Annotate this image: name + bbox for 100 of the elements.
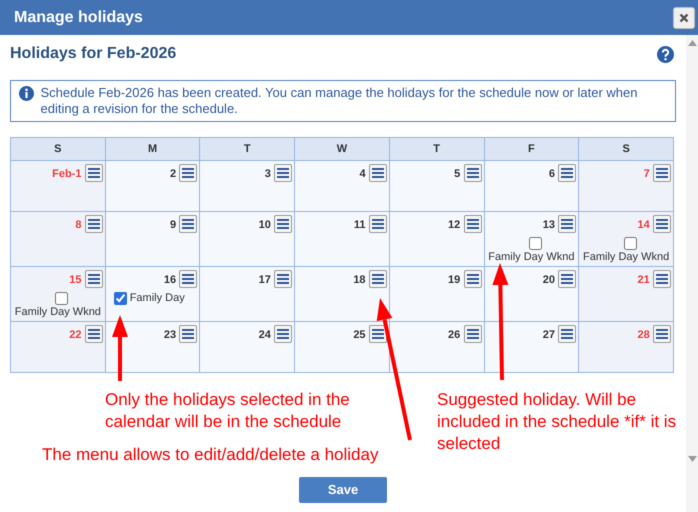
- annotation-text: Only the holidays selected in the calendar will be in the schedule: [105, 389, 351, 433]
- holiday-checkbox[interactable]: [55, 292, 68, 304]
- menu-icon: [88, 329, 100, 339]
- holiday-label: Family Day Wknd: [14, 306, 102, 318]
- date-number: 22: [69, 328, 82, 343]
- menu-button[interactable]: [179, 270, 198, 288]
- menu-icon: [277, 168, 290, 178]
- window-title: Manage holidays: [14, 8, 143, 28]
- holiday-label: Family Day Wknd: [487, 250, 576, 264]
- close-icon: [679, 12, 689, 22]
- menu-icon: [466, 274, 479, 284]
- date-number: 19: [448, 273, 460, 288]
- menu-button[interactable]: [84, 164, 103, 182]
- menu-button[interactable]: [368, 270, 387, 288]
- date-number: 14: [638, 218, 650, 233]
- scroll-up-icon[interactable]: [688, 40, 696, 46]
- weekday-header: S: [578, 138, 674, 160]
- date-number: 4: [359, 167, 366, 182]
- date-number: 18: [353, 273, 366, 288]
- date-number: 10: [258, 218, 271, 233]
- menu-button[interactable]: [653, 325, 671, 343]
- menu-icon: [561, 219, 574, 229]
- menu-button[interactable]: [368, 164, 387, 182]
- menu-button[interactable]: [653, 270, 671, 288]
- scroll-down-icon[interactable]: [688, 456, 696, 462]
- date-number: 17: [258, 273, 271, 288]
- menu-button[interactable]: [274, 325, 292, 343]
- menu-icon: [561, 274, 574, 284]
- date-number: 11: [354, 218, 366, 233]
- menu-button[interactable]: [464, 215, 482, 233]
- menu-icon: [182, 329, 194, 339]
- menu-button[interactable]: [558, 325, 576, 343]
- menu-button[interactable]: [274, 270, 292, 288]
- menu-icon: [372, 168, 384, 178]
- help-icon[interactable]: [657, 46, 674, 62]
- menu-button[interactable]: [368, 215, 387, 233]
- menu-button[interactable]: [179, 215, 198, 233]
- menu-button[interactable]: [84, 325, 103, 343]
- holiday-label: Family Day: [130, 292, 185, 304]
- menu-button[interactable]: [464, 325, 482, 343]
- menu-icon: [561, 168, 574, 178]
- menu-icon: [561, 329, 574, 339]
- menu-icon: [277, 219, 290, 229]
- menu-icon: [656, 168, 668, 178]
- weekday-header: T: [389, 138, 484, 160]
- holiday-checkbox[interactable]: [528, 236, 542, 250]
- menu-button[interactable]: [84, 270, 103, 288]
- holiday-label: Family Day Wknd: [582, 250, 670, 264]
- menu-icon: [656, 329, 668, 339]
- menu-icon: [88, 168, 100, 178]
- menu-button[interactable]: [558, 164, 576, 182]
- info-message: Schedule Feb-2026 has been created. You can manage the holidays for the schedule now or later when editing a revision for the schedule.: [40, 85, 638, 117]
- date-number: 25: [353, 328, 366, 343]
- date-number: 8: [75, 218, 82, 233]
- menu-icon: [277, 274, 290, 284]
- menu-button[interactable]: [84, 215, 103, 233]
- date-number: 3: [264, 167, 271, 182]
- holiday-checkbox[interactable]: [624, 236, 637, 250]
- date-number: 28: [638, 328, 650, 343]
- menu-button[interactable]: [558, 270, 576, 288]
- menu-button[interactable]: [274, 164, 292, 182]
- close-button[interactable]: [673, 6, 695, 28]
- menu-icon: [466, 329, 479, 339]
- weekday-header: T: [200, 138, 295, 160]
- holiday-checkbox[interactable]: [114, 292, 127, 304]
- date-number: 23: [164, 328, 176, 343]
- menu-button[interactable]: [274, 215, 292, 233]
- menu-button[interactable]: [464, 270, 482, 288]
- menu-icon: [466, 219, 479, 229]
- menu-icon: [182, 219, 194, 229]
- date-number: 6: [548, 167, 555, 182]
- weekday-header: M: [105, 138, 200, 160]
- date-number: 5: [454, 167, 460, 182]
- weekday-header: W: [294, 138, 390, 160]
- menu-icon: [182, 274, 194, 284]
- menu-button[interactable]: [179, 325, 198, 343]
- date-number: 15: [69, 273, 82, 288]
- annotation-text: The menu allows to edit/add/delete a holiday: [42, 444, 380, 466]
- menu-button[interactable]: [558, 215, 576, 233]
- scrollbar[interactable]: [686, 35, 698, 512]
- dialog-heading: Holidays for Feb-2026: [10, 44, 176, 64]
- date-number: 7: [644, 167, 650, 182]
- date-number: 13: [542, 218, 555, 233]
- menu-icon: [372, 219, 384, 229]
- menu-button[interactable]: [653, 215, 671, 233]
- menu-button[interactable]: [464, 164, 482, 182]
- date-number: Feb-1: [52, 167, 82, 182]
- save-button[interactable]: Save: [299, 477, 387, 503]
- menu-icon: [182, 168, 194, 178]
- menu-button[interactable]: [368, 325, 387, 343]
- date-number: 12: [448, 218, 460, 233]
- menu-icon: [277, 329, 290, 339]
- date-number: 16: [164, 273, 176, 288]
- arrow: [112, 315, 128, 381]
- date-number: 20: [542, 273, 555, 288]
- date-number: 9: [170, 218, 176, 233]
- menu-icon: [372, 329, 384, 339]
- menu-button[interactable]: [653, 164, 671, 182]
- menu-button[interactable]: [179, 164, 198, 182]
- info-icon: [19, 86, 34, 101]
